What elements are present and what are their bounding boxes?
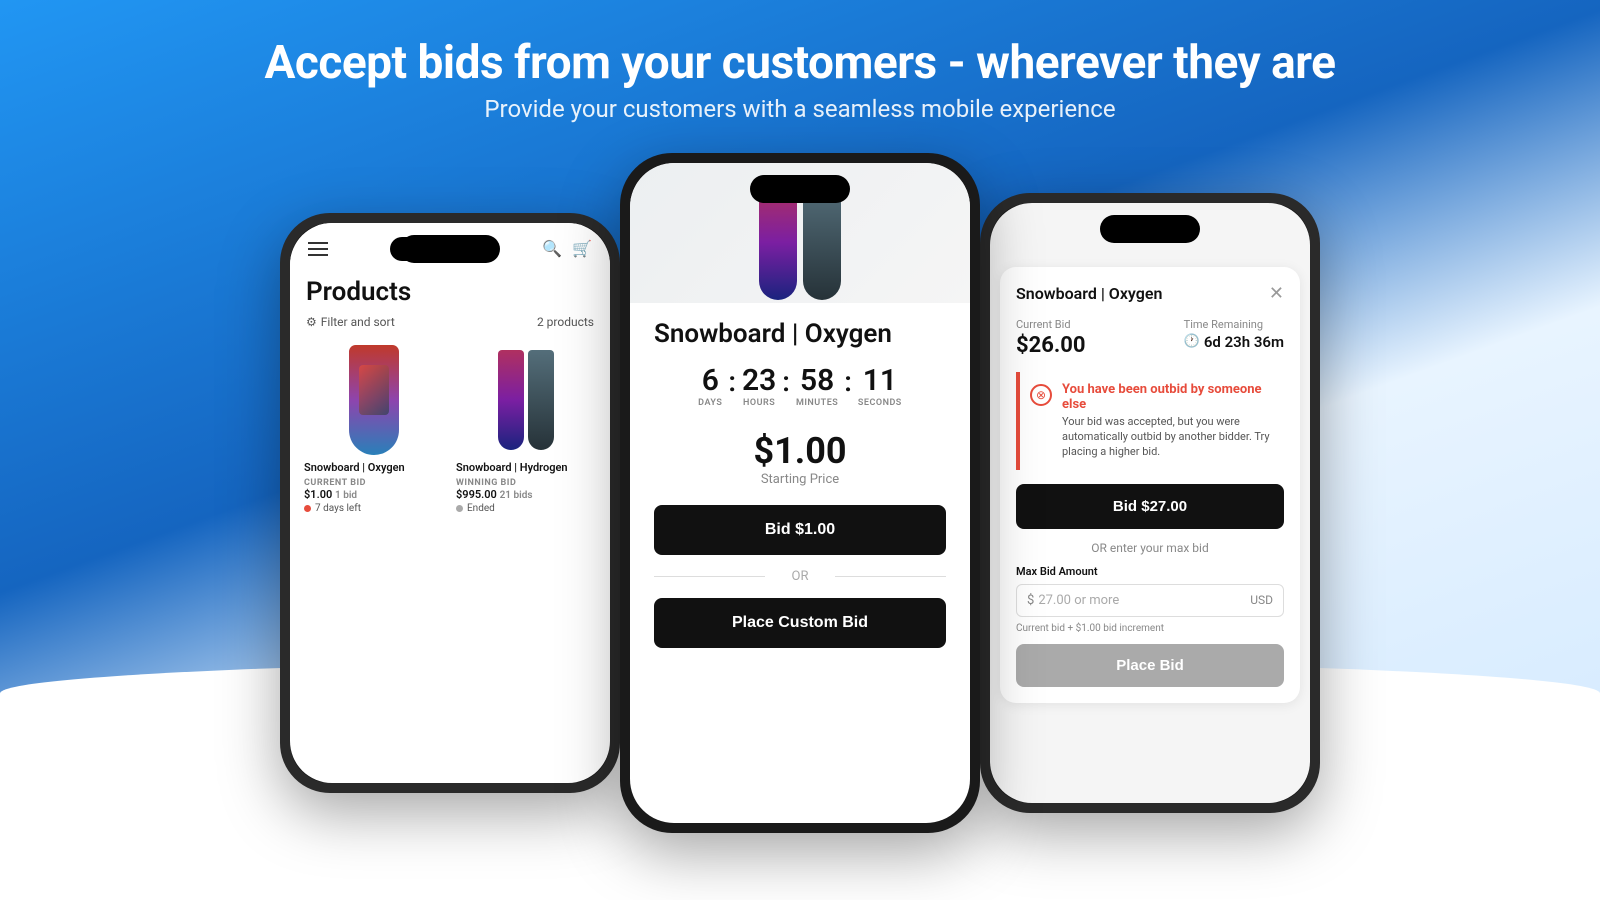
max-bid-placeholder: 27.00 or more — [1038, 593, 1250, 608]
colon-3: : — [842, 365, 854, 398]
custom-bid-button[interactable]: Place Custom Bid — [654, 598, 946, 648]
bid-modal: Snowboard | Oxygen ✕ Current Bid $26.00 … — [1000, 267, 1300, 703]
product-name-1: Snowboard | Oxygen — [304, 461, 444, 474]
header-title: Accept bids from your customers - wherev… — [0, 38, 1600, 89]
product-img-2 — [456, 345, 596, 455]
close-button[interactable]: ✕ — [1269, 283, 1284, 304]
hamburger-icon[interactable] — [308, 242, 328, 256]
product-img-1 — [304, 345, 444, 455]
countdown-minutes: 58 MINUTES — [796, 366, 838, 408]
phone-left: 🔍 🛒 Products ⚙ Filter and sort 2 product… — [280, 213, 620, 793]
bid-next-button[interactable]: Bid $27.00 — [1016, 484, 1284, 529]
center-product-title: Snowboard | Oxygen — [654, 319, 946, 349]
product-bid-label-2: WINNING BID — [456, 478, 596, 488]
snowboard-hydrogen-img — [498, 350, 554, 450]
center-content: Snowboard | Oxygen 6 DAYS : 23 HOURS : 5… — [630, 303, 970, 664]
clock-icon: 🕐 — [1184, 334, 1200, 349]
starting-price-label: Starting Price — [654, 472, 946, 487]
phone-right-screen: Snowboard | Oxygen ✕ Current Bid $26.00 … — [990, 203, 1310, 803]
product-bid-value-1: $1.00 1 bid — [304, 488, 444, 501]
time-remaining-value: 6d 23h 36m — [1204, 333, 1284, 351]
currency-code: USD — [1250, 593, 1273, 607]
products-grid: Snowboard | Oxygen CURRENT BID $1.00 1 b… — [290, 337, 610, 522]
outbid-text: You have been outbid by someone else You… — [1062, 382, 1274, 460]
bid-modal-header: Snowboard | Oxygen ✕ — [1016, 283, 1284, 304]
phones-container: 🔍 🛒 Products ⚙ Filter and sort 2 product… — [0, 143, 1600, 833]
active-dot-icon — [304, 505, 311, 512]
product-bid-label-1: CURRENT BID — [304, 478, 444, 488]
current-bid-label: Current Bid — [1016, 318, 1086, 331]
cart-icon[interactable]: 🛒 — [572, 239, 592, 258]
outbid-body: Your bid was accepted, but you were auto… — [1062, 414, 1274, 460]
phone-center: Snowboard | Oxygen 6 DAYS : 23 HOURS : 5… — [620, 153, 980, 833]
outbid-alert: ⊗ You have been outbid by someone else Y… — [1016, 372, 1284, 470]
product-card-2[interactable]: Snowboard | Hydrogen WINNING BID $995.00… — [456, 345, 596, 514]
colon-2: : — [780, 365, 792, 398]
phone-right: Snowboard | Oxygen ✕ Current Bid $26.00 … — [980, 193, 1320, 813]
product-bid-value-2: $995.00 21 bids — [456, 488, 596, 501]
countdown-seconds: 11 SECONDS — [858, 366, 902, 408]
product-status-1: 7 days left — [304, 503, 444, 514]
current-bid-value: $26.00 — [1016, 333, 1086, 358]
bid-info-row: Current Bid $26.00 Time Remaining 🕐 6d 2… — [1016, 318, 1284, 358]
bid-primary-button[interactable]: Bid $1.00 — [654, 505, 946, 555]
starting-price-value: $1.00 — [654, 430, 946, 472]
filter-label: Filter and sort — [321, 315, 395, 329]
colon-1: : — [726, 365, 738, 398]
or-enter-label: OR enter your max bid — [1016, 541, 1284, 555]
current-bid-col: Current Bid $26.00 — [1016, 318, 1086, 358]
countdown-days: 6 DAYS — [698, 366, 722, 408]
or-divider: OR — [654, 569, 946, 584]
outbid-title: You have been outbid by someone else — [1062, 382, 1274, 412]
ended-dot-icon — [456, 505, 463, 512]
dynamic-island-left — [400, 235, 500, 263]
countdown-row: 6 DAYS : 23 HOURS : 58 MINUTES : — [654, 365, 946, 410]
dynamic-island-right — [1100, 215, 1200, 243]
product-name-2: Snowboard | Hydrogen — [456, 461, 596, 474]
phone-left-screen: 🔍 🛒 Products ⚙ Filter and sort 2 product… — [290, 223, 610, 783]
search-icon[interactable]: 🔍 — [542, 239, 562, 258]
place-bid-button[interactable]: Place Bid — [1016, 644, 1284, 687]
bid-timer: 🕐 6d 23h 36m — [1184, 333, 1284, 351]
product-card-1[interactable]: Snowboard | Oxygen CURRENT BID $1.00 1 b… — [304, 345, 444, 514]
currency-symbol: $ — [1027, 593, 1034, 608]
filter-row: ⚙ Filter and sort 2 products — [290, 311, 610, 337]
countdown-hours: 23 HOURS — [742, 366, 776, 408]
header-subtitle: Provide your customers with a seamless m… — [0, 95, 1600, 123]
products-page-title: Products — [290, 269, 610, 311]
filter-icon: ⚙ — [306, 315, 317, 329]
increment-note: Current bid + $1.00 bid increment — [1016, 623, 1284, 634]
max-bid-label: Max Bid Amount — [1016, 565, 1284, 578]
phone-center-screen: Snowboard | Oxygen 6 DAYS : 23 HOURS : 5… — [630, 163, 970, 823]
left-status-right: 🔍 🛒 — [542, 239, 592, 258]
max-bid-input-wrapper[interactable]: $ 27.00 or more USD — [1016, 584, 1284, 617]
filter-btn[interactable]: ⚙ Filter and sort — [306, 315, 395, 329]
dynamic-island-center — [750, 175, 850, 203]
header-section: Accept bids from your customers - wherev… — [0, 0, 1600, 143]
bid-modal-title: Snowboard | Oxygen — [1016, 284, 1162, 303]
snowboard-oxygen-img — [349, 345, 399, 455]
time-remaining-col: Time Remaining 🕐 6d 23h 36m — [1184, 318, 1284, 358]
time-remaining-label: Time Remaining — [1184, 318, 1284, 331]
product-count: 2 products — [537, 315, 594, 329]
product-status-2: Ended — [456, 503, 596, 514]
outbid-icon: ⊗ — [1030, 384, 1052, 406]
